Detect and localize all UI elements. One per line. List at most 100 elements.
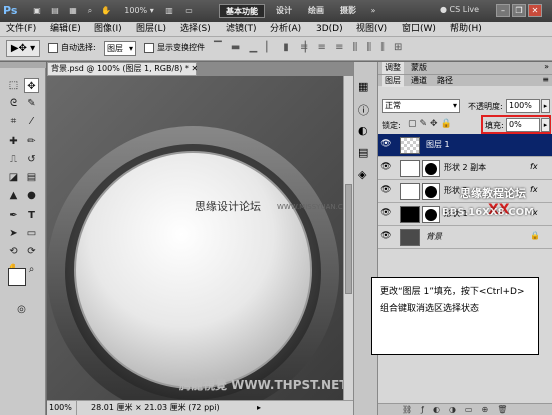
swatches-panel-icon[interactable]: ▤ bbox=[358, 146, 368, 159]
auto-select-checkbox[interactable] bbox=[48, 43, 58, 53]
crop-tool-icon[interactable]: ⌗ bbox=[6, 114, 21, 129]
panel-menu-icon[interactable]: ≡ bbox=[542, 75, 549, 84]
opacity-field[interactable]: 100% bbox=[506, 99, 540, 113]
workspace-more-icon[interactable]: » bbox=[368, 5, 378, 17]
mini-bridge-icon[interactable]: ▤ bbox=[48, 5, 62, 17]
dodge-tool-icon[interactable]: ● bbox=[24, 188, 39, 203]
auto-select-dropdown[interactable]: 图层 ▾ bbox=[104, 41, 136, 56]
fill-slider-arrow[interactable]: ▸ bbox=[541, 118, 550, 132]
vector-mask-thumbnail bbox=[422, 183, 440, 200]
blend-mode-dropdown[interactable]: 正常 ▾ bbox=[382, 99, 460, 113]
bridge-icon[interactable]: ▣ bbox=[30, 5, 44, 17]
status-doc-info: 28.01 厘米 × 21.03 厘米 (72 ppi) bbox=[91, 403, 220, 412]
zoom-tool-icon[interactable]: ⌕ bbox=[84, 5, 96, 17]
auto-align-button[interactable]: ⊞ bbox=[394, 42, 402, 53]
distribute-buttons[interactable]: ≡ ≡ ≡ ⫼ ⫼ ⫼ bbox=[300, 42, 388, 53]
type-tool-icon[interactable]: T bbox=[24, 208, 39, 223]
document-tab[interactable]: 背景.psd @ 100% (图层 1, RGB/8) * ✕ bbox=[47, 62, 198, 76]
layer-row[interactable]: 👁 图层 1 bbox=[378, 134, 552, 157]
workspace-painting[interactable]: 绘画 bbox=[302, 4, 330, 18]
lock-buttons[interactable]: ▢✎✥🔒 bbox=[408, 119, 455, 129]
hand-tool-icon[interactable]: ✋ bbox=[100, 5, 112, 17]
status-arrow-icon[interactable]: ▸ bbox=[257, 401, 261, 415]
healing-brush-tool-icon[interactable]: ✚ bbox=[6, 134, 21, 149]
3d-rotate-tool-icon[interactable]: ⟲ bbox=[6, 244, 21, 259]
workspace-design[interactable]: 设计 bbox=[270, 4, 298, 18]
screen-mode-icon[interactable]: ▭ bbox=[182, 5, 196, 17]
eye-icon[interactable]: 👁 bbox=[380, 185, 392, 197]
history-panel-icon[interactable]: ▦ bbox=[358, 80, 368, 93]
history-brush-tool-icon[interactable]: ↺ bbox=[24, 152, 39, 167]
layer-name: 图层 1 bbox=[426, 140, 450, 149]
layer-row[interactable]: 👁 背景 🔒 bbox=[378, 226, 552, 249]
menu-help[interactable]: 帮助(H) bbox=[450, 23, 482, 36]
workspace-basic[interactable]: 基本功能 bbox=[219, 4, 265, 18]
eye-icon[interactable]: 👁 bbox=[380, 208, 392, 220]
menu-layer[interactable]: 图层(L) bbox=[136, 23, 166, 36]
extras-icon[interactable]: ▦ bbox=[66, 5, 80, 17]
zoom-tool-icon[interactable]: ⌕ bbox=[24, 262, 39, 277]
options-bar: ▶✥ ▾ 自动选择: 图层 ▾ 显示变换控件 ▔ ▬ ▁ ▏ ▮ ▕ ≡ ≡ ≡ … bbox=[0, 37, 552, 61]
menu-file[interactable]: 文件(F) bbox=[6, 23, 36, 36]
blur-tool-icon[interactable]: ▲ bbox=[6, 188, 21, 203]
tab-channels[interactable]: 通道 bbox=[408, 75, 430, 87]
shape-tool-icon[interactable]: ▭ bbox=[24, 226, 39, 241]
foreground-color-swatch[interactable] bbox=[8, 268, 26, 286]
styles-panel-icon[interactable]: ◈ bbox=[358, 168, 366, 181]
cs-live-button[interactable]: ● CS Live bbox=[440, 5, 490, 17]
status-zoom[interactable]: 100% bbox=[47, 401, 77, 415]
quick-select-tool-icon[interactable]: ✎ bbox=[24, 96, 39, 111]
align-buttons[interactable]: ▔ ▬ ▁ ▏ ▮ ▕ bbox=[214, 42, 309, 53]
eye-icon[interactable]: 👁 bbox=[380, 231, 392, 243]
gradient-tool-icon[interactable]: ▤ bbox=[24, 170, 39, 185]
path-selection-tool-icon[interactable]: ➤ bbox=[6, 226, 21, 241]
tab-masks[interactable]: 蒙版 bbox=[408, 62, 430, 74]
color-panel-icon[interactable]: ◐ bbox=[358, 124, 368, 137]
toolbox-grip[interactable] bbox=[0, 62, 46, 68]
fill-field[interactable]: 0% bbox=[506, 118, 540, 132]
chevron-down-icon: ▾ bbox=[128, 44, 133, 53]
eyedropper-tool-icon[interactable]: ⁄ bbox=[24, 114, 39, 129]
move-tool-icon[interactable]: ✥ bbox=[24, 78, 39, 93]
eye-icon[interactable]: 👁 bbox=[380, 139, 392, 151]
brush-tool-icon[interactable]: ✏ bbox=[24, 134, 39, 149]
zoom-level-dropdown[interactable]: 100% ▾ bbox=[122, 5, 156, 17]
close-button[interactable]: ✕ bbox=[528, 4, 542, 17]
eye-icon[interactable]: 👁 bbox=[380, 162, 392, 174]
vertical-scrollbar[interactable] bbox=[343, 76, 353, 400]
scroll-thumb[interactable] bbox=[345, 184, 352, 294]
workspace-photography[interactable]: 摄影 bbox=[334, 4, 362, 18]
minimize-button[interactable]: – bbox=[496, 4, 510, 17]
lasso-tool-icon[interactable]: ᘓ bbox=[6, 96, 21, 111]
opacity-slider-arrow[interactable]: ▸ bbox=[541, 99, 550, 113]
arrange-documents-icon[interactable]: ▥ bbox=[162, 5, 176, 17]
menu-3d[interactable]: 3D(D) bbox=[316, 23, 343, 36]
restore-button[interactable]: ❐ bbox=[512, 4, 526, 17]
menu-analysis[interactable]: 分析(A) bbox=[270, 23, 301, 36]
menu-edit[interactable]: 编辑(E) bbox=[50, 23, 81, 36]
tool-preset-picker[interactable]: ▶✥ ▾ bbox=[6, 40, 40, 57]
document-canvas[interactable]: 思缘设计论坛 WWW.MISSYUAN.COM 腾龍視覺 WWW.THPST.N… bbox=[47, 76, 343, 400]
tab-paths[interactable]: 路径 bbox=[434, 75, 456, 87]
auto-select-value: 图层 bbox=[107, 44, 123, 53]
menu-image[interactable]: 图像(I) bbox=[94, 23, 122, 36]
eraser-tool-icon[interactable]: ◪ bbox=[6, 170, 21, 185]
quick-mask-icon[interactable]: ◎ bbox=[14, 302, 29, 317]
show-transform-checkbox[interactable] bbox=[144, 43, 154, 53]
tab-layers[interactable]: 图层 bbox=[382, 75, 404, 87]
menu-view[interactable]: 视图(V) bbox=[356, 23, 387, 36]
fx-icon[interactable]: fx bbox=[530, 185, 538, 194]
pen-tool-icon[interactable]: ✒ bbox=[6, 208, 21, 223]
tab-adjustments[interactable]: 调整 bbox=[382, 62, 404, 74]
panel-collapse-icon[interactable]: » bbox=[544, 62, 549, 71]
layer-row[interactable]: 👁 形状 2 副本 fx bbox=[378, 157, 552, 180]
menu-filter[interactable]: 滤镜(T) bbox=[226, 23, 257, 36]
menu-window[interactable]: 窗口(W) bbox=[402, 23, 436, 36]
fx-icon[interactable]: fx bbox=[530, 162, 538, 171]
marquee-tool-icon[interactable]: ⬚ bbox=[6, 78, 21, 93]
menu-select[interactable]: 选择(S) bbox=[180, 23, 211, 36]
info-panel-icon[interactable]: ⓘ bbox=[358, 102, 369, 118]
clone-stamp-tool-icon[interactable]: ⎍ bbox=[6, 152, 21, 167]
layers-footer-buttons[interactable]: ⛓ƒ◐◑▭⊕🗑 bbox=[378, 403, 552, 415]
3d-camera-tool-icon[interactable]: ⟳ bbox=[24, 244, 39, 259]
